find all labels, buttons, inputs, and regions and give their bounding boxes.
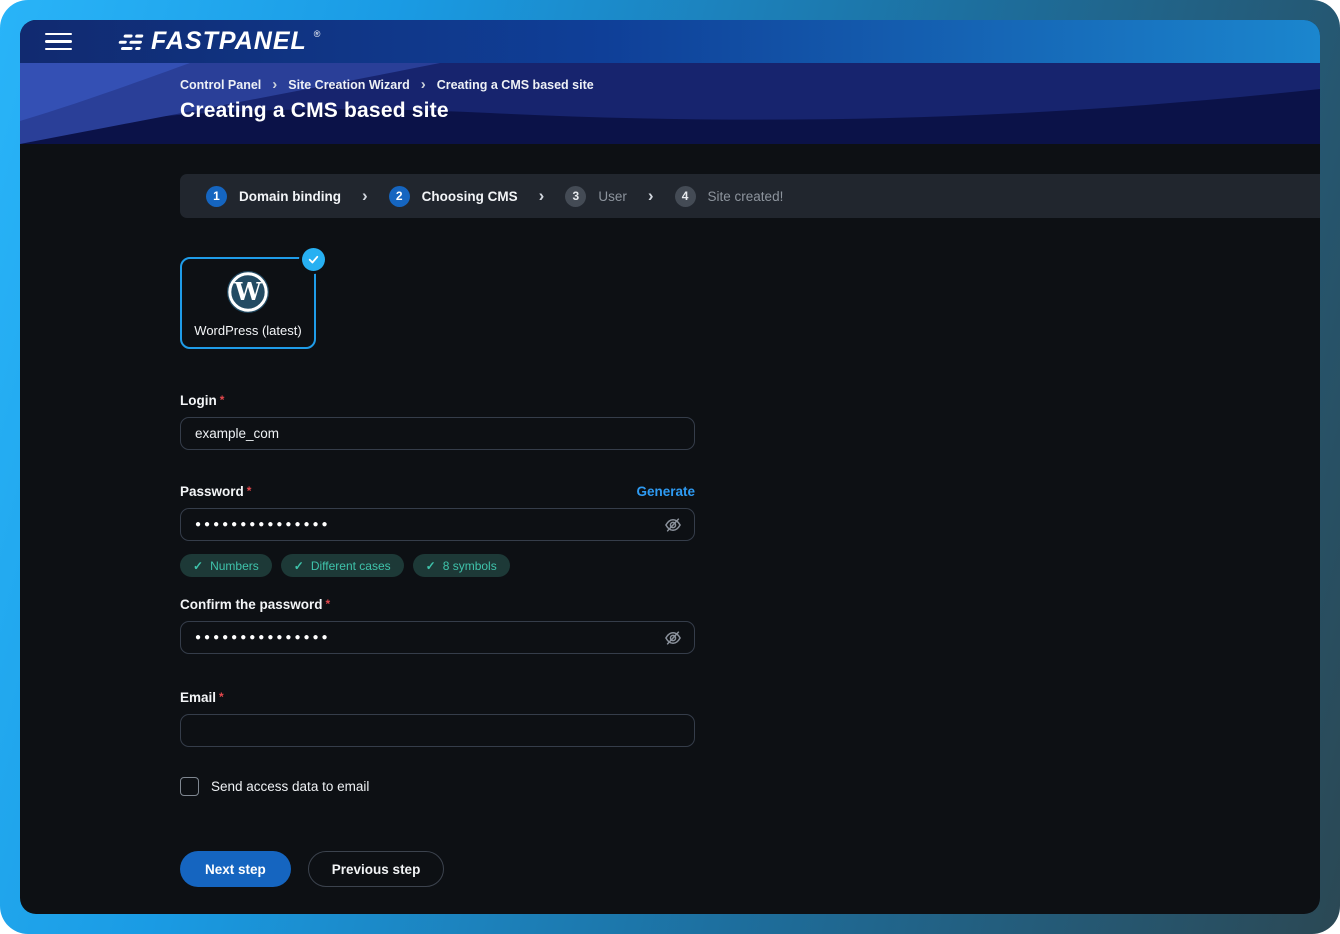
step-number: 2 [389, 186, 410, 207]
cms-card-label: WordPress (latest) [194, 323, 301, 338]
breadcrumb-current-page: Creating a CMS based site [437, 78, 594, 92]
next-step-button[interactable]: Next step [180, 851, 291, 887]
menu-icon[interactable] [45, 33, 72, 51]
email-label: Email* [180, 690, 224, 705]
check-icon [307, 253, 320, 266]
stepper-step-site-created[interactable]: 4 Site created! [675, 186, 784, 207]
required-asterisk: * [220, 393, 225, 407]
app-panel: FASTPANEL ® Control Panel › Site Creatio… [20, 20, 1320, 914]
password-rule-label: Numbers [210, 559, 259, 573]
send-access-checkbox[interactable] [180, 777, 199, 796]
password-rule-badge: ✓ Different cases [281, 554, 404, 577]
breadcrumb-site-creation-wizard[interactable]: Site Creation Wizard [288, 78, 409, 92]
chevron-right-icon: › [362, 191, 368, 201]
equalizer-icon [112, 31, 144, 55]
stepper-step-user[interactable]: 3 User [565, 186, 627, 207]
chevron-right-icon: › [272, 80, 277, 90]
toggle-password-visibility-button[interactable] [660, 625, 686, 651]
page-title: Creating a CMS based site [180, 99, 1320, 123]
previous-step-button[interactable]: Previous step [308, 851, 445, 887]
password-rules: ✓ Numbers ✓ Different cases ✓ 8 symbols [180, 554, 695, 577]
check-icon: ✓ [193, 559, 203, 573]
send-access-checkbox-label: Send access data to email [211, 779, 369, 794]
confirm-password-label: Confirm the password* [180, 597, 330, 612]
step-label: Domain binding [239, 189, 341, 204]
email-input[interactable] [180, 714, 695, 747]
password-rule-badge: ✓ 8 symbols [413, 554, 510, 577]
step-number: 1 [206, 186, 227, 207]
chevron-right-icon: › [648, 191, 654, 201]
logo-wordmark: FASTPANEL [151, 28, 307, 54]
password-label: Password* [180, 484, 251, 499]
required-asterisk: * [326, 597, 331, 611]
stepper-step-domain-binding[interactable]: 1 Domain binding [206, 186, 341, 207]
login-label: Login* [180, 393, 224, 408]
breadcrumb-band: Control Panel › Site Creation Wizard › C… [20, 63, 1320, 144]
chevron-right-icon: › [539, 191, 545, 201]
wordpress-icon: W [225, 269, 271, 315]
password-rule-label: Different cases [311, 559, 391, 573]
check-icon: ✓ [426, 559, 436, 573]
check-icon: ✓ [294, 559, 304, 573]
eye-off-icon [663, 628, 683, 648]
toggle-password-visibility-button[interactable] [660, 512, 686, 538]
top-bar: FASTPANEL ® [20, 20, 1320, 63]
cms-card-wordpress[interactable]: W WordPress (latest) [180, 257, 316, 349]
outer-frame: FASTPANEL ® Control Panel › Site Creatio… [0, 0, 1340, 934]
password-input[interactable] [180, 508, 695, 541]
wizard-stepper: 1 Domain binding › 2 Choosing CMS › 3 Us… [180, 174, 1320, 218]
breadcrumb-control-panel[interactable]: Control Panel [180, 78, 261, 92]
login-input[interactable] [180, 417, 695, 450]
main-content: 1 Domain binding › 2 Choosing CMS › 3 Us… [20, 144, 1320, 914]
required-asterisk: * [247, 484, 252, 498]
step-number: 4 [675, 186, 696, 207]
chevron-right-icon: › [421, 80, 426, 90]
fastpanel-logo[interactable]: FASTPANEL ® [112, 28, 320, 55]
confirm-password-input[interactable] [180, 621, 695, 654]
password-rule-label: 8 symbols [443, 559, 497, 573]
svg-text:W: W [234, 277, 263, 306]
step-label: User [598, 189, 627, 204]
eye-off-icon [663, 515, 683, 535]
stepper-step-choosing-cms[interactable]: 2 Choosing CMS [389, 186, 518, 207]
password-rule-badge: ✓ Numbers [180, 554, 272, 577]
generate-password-link[interactable]: Generate [636, 484, 695, 499]
selected-check-badge [302, 248, 325, 271]
registered-mark: ® [314, 29, 321, 39]
required-asterisk: * [219, 690, 224, 704]
breadcrumb: Control Panel › Site Creation Wizard › C… [180, 78, 1320, 92]
step-label: Choosing CMS [422, 189, 518, 204]
step-label: Site created! [708, 189, 784, 204]
step-number: 3 [565, 186, 586, 207]
